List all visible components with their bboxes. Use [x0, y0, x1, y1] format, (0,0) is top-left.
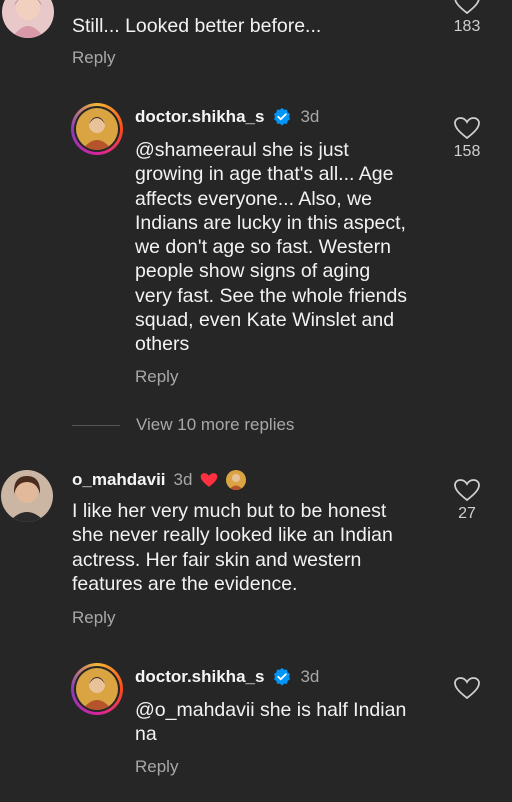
view-more-replies[interactable]: View 10 more replies: [72, 415, 294, 435]
avatar[interactable]: [2, 0, 54, 38]
comment-item: o_mahdavii 3d I like her very much but t…: [0, 460, 512, 640]
story-ring[interactable]: [71, 103, 123, 155]
story-ring[interactable]: [71, 663, 123, 715]
comment-text: I like her very much but to be honest sh…: [72, 500, 393, 595]
comment-item: Still... Looked better before... Reply 1…: [0, 0, 512, 80]
like-button[interactable]: 27: [442, 479, 492, 523]
timestamp: 3d: [300, 107, 320, 126]
comment-header: doctor.shikha_s 3d: [135, 107, 319, 127]
reply-item: doctor.shikha_s 3d @shameeraul she is ju…: [0, 95, 512, 395]
timestamp: 3d: [173, 470, 193, 489]
timestamp: 3d: [300, 667, 320, 686]
username[interactable]: doctor.shikha_s: [135, 667, 264, 687]
heart-icon: [454, 479, 480, 501]
comment-header: o_mahdavii 3d: [72, 470, 247, 490]
liked-by-author-avatar: [226, 470, 247, 490]
like-button[interactable]: 183: [442, 0, 492, 36]
avatar: [76, 108, 118, 150]
avatar[interactable]: [1, 470, 53, 522]
verified-badge-icon: [274, 668, 291, 686]
view-more-label[interactable]: View 10 more replies: [136, 415, 294, 435]
heart-icon: [454, 117, 480, 139]
heart-icon: [454, 0, 480, 14]
like-button[interactable]: 158: [442, 117, 492, 161]
comment-text: @shameeraul she is just growing in age t…: [135, 139, 408, 356]
verified-badge-icon: [274, 108, 291, 126]
heart-icon: [454, 677, 480, 699]
reply-button[interactable]: Reply: [135, 757, 178, 777]
username[interactable]: o_mahdavii: [72, 470, 166, 490]
comment-text: @o_mahdavii she is half Indian na: [135, 699, 407, 746]
comment-header: doctor.shikha_s 3d: [135, 667, 319, 687]
avatar: [76, 668, 118, 710]
like-count: 183: [453, 18, 481, 35]
reply-button[interactable]: Reply: [72, 48, 115, 68]
like-count: 27: [458, 505, 476, 522]
reply-button[interactable]: Reply: [72, 608, 115, 628]
divider-line: [72, 424, 120, 426]
reply-button[interactable]: Reply: [135, 367, 178, 387]
comments-screen: Still... Looked better before... Reply 1…: [0, 0, 512, 802]
like-count: 158: [453, 143, 481, 160]
red-heart-icon: [201, 473, 218, 487]
reply-item: doctor.shikha_s 3d @o_mahdavii she is ha…: [0, 655, 512, 802]
username[interactable]: doctor.shikha_s: [135, 107, 264, 127]
like-button[interactable]: [442, 677, 492, 699]
comment-text: Still... Looked better before...: [72, 15, 322, 37]
